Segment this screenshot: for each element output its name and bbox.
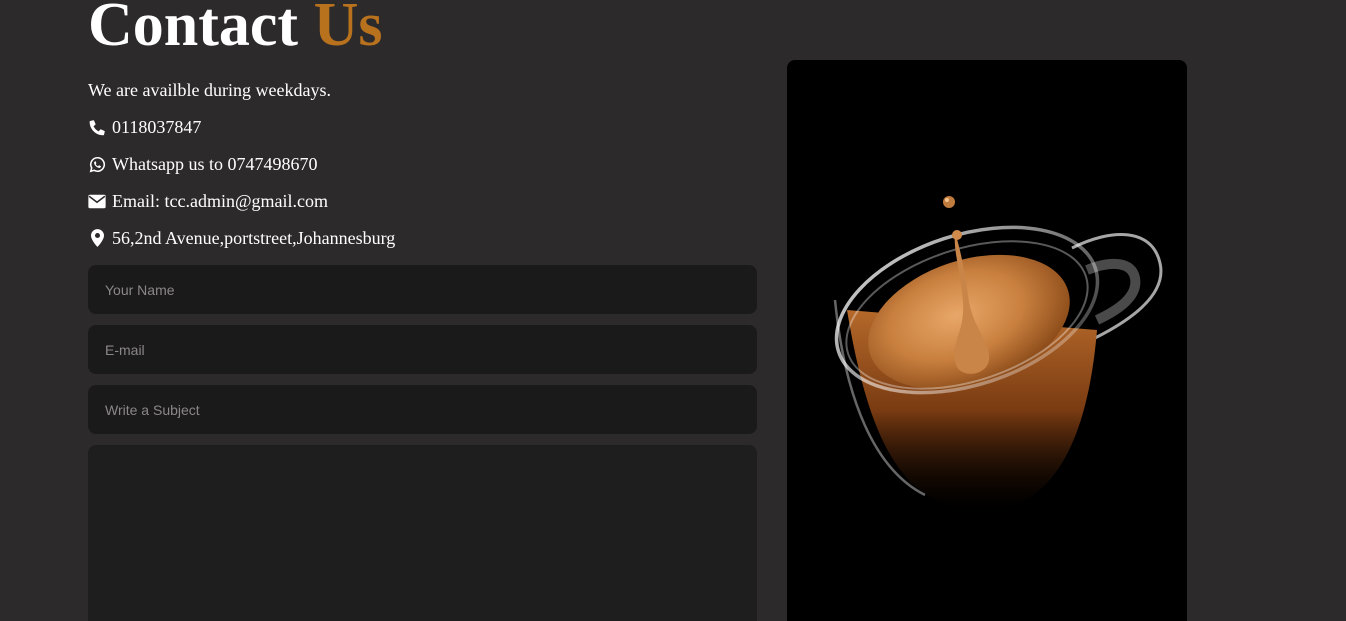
email-line: Email: tcc.admin@gmail.com xyxy=(88,190,328,212)
phone-number: 0118037847 xyxy=(112,117,202,137)
name-placeholder: Your Name xyxy=(105,281,175,298)
availability-text: We are availble during weekdays. xyxy=(88,79,331,101)
message-textarea[interactable] xyxy=(88,445,757,621)
whatsapp-label: Whatsapp us to 0747498670 xyxy=(112,154,318,174)
email-label: Email: tcc.admin@gmail.com xyxy=(112,191,329,211)
title-main: Contact xyxy=(88,0,299,59)
email-input[interactable]: E-mail xyxy=(88,325,757,374)
availability-label: We are availble during weekdays. xyxy=(88,80,331,100)
address-line: 56,2nd Avenue,portstreet,Johannesburg xyxy=(88,227,395,249)
email-placeholder: E-mail xyxy=(105,341,145,358)
subject-placeholder: Write a Subject xyxy=(105,401,200,418)
coffee-cup-illustration xyxy=(833,196,1163,511)
whatsapp-icon xyxy=(88,155,106,173)
coffee-cup-image xyxy=(787,60,1187,621)
map-marker-icon xyxy=(88,229,106,247)
envelope-icon xyxy=(88,192,106,210)
phone-line: 0118037847 xyxy=(88,116,201,138)
address-label: 56,2nd Avenue,portstreet,Johannesburg xyxy=(112,228,396,248)
subject-input[interactable]: Write a Subject xyxy=(88,385,757,434)
name-input[interactable]: Your Name xyxy=(88,265,757,314)
page-title: Contact Us xyxy=(88,0,382,64)
whatsapp-line: Whatsapp us to 0747498670 xyxy=(88,153,317,175)
title-accent: Us xyxy=(313,0,383,59)
phone-icon xyxy=(88,118,106,136)
